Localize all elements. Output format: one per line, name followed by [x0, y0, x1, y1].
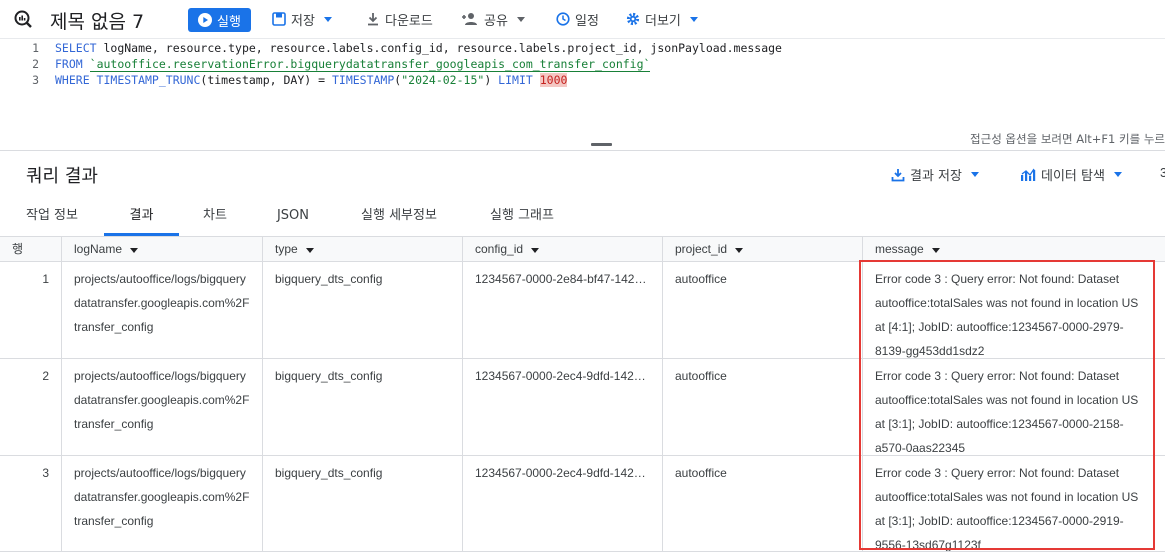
gear-icon: [626, 12, 640, 26]
code-line-2[interactable]: FROM `autooffice.reservationError.bigque…: [55, 57, 651, 72]
row-number-cell: 3: [0, 456, 62, 552]
tab-execution-graph[interactable]: 실행 그래프: [478, 200, 566, 236]
function-name: TIMESTAMP_TRUNC: [89, 73, 201, 87]
explore-label: 데이터 탐색: [1041, 169, 1105, 184]
code-text: (timestamp, DAY) =: [200, 73, 332, 87]
download-label: 다운로드: [385, 13, 433, 29]
schedule-label: 일정: [575, 13, 599, 29]
divider: [0, 150, 1165, 151]
chevron-down-icon: [970, 172, 979, 177]
table-cell-project-id[interactable]: autooffice: [663, 359, 863, 456]
schedule-button[interactable]: 일정: [556, 9, 599, 29]
chart-icon: [1021, 168, 1036, 181]
string-literal: "2024-02-15": [401, 73, 485, 87]
column-header-label: message: [875, 242, 924, 256]
tab-job-info[interactable]: 작업 정보: [12, 200, 92, 236]
run-label: 실행: [217, 14, 241, 30]
column-header-logname[interactable]: logName: [62, 236, 263, 262]
save-download-icon: [891, 168, 905, 181]
limit-value: 1000: [539, 73, 568, 87]
row-number-cell: 1: [0, 262, 62, 359]
keyword: LIMIT: [498, 73, 533, 87]
code-text: logName, resource.type, resource.labels.…: [96, 41, 782, 55]
table-cell-type[interactable]: bigquery_dts_config: [263, 456, 463, 552]
table-cell-config-id[interactable]: 1234567-0000-2ec4-9dfd-1422...: [463, 359, 663, 456]
code-line-3[interactable]: WHERE TIMESTAMP_TRUNC(timestamp, DAY) = …: [55, 73, 568, 87]
more-label: 더보기: [645, 13, 681, 29]
clock-icon: [556, 12, 570, 26]
code-line-1[interactable]: SELECT logName, resource.type, resource.…: [55, 41, 782, 55]
results-tabs: 작업 정보 결과 차트 JSON 실행 세부정보 실행 그래프: [0, 200, 1165, 236]
save-button[interactable]: 저장: [272, 9, 332, 29]
column-header-label: project_id: [675, 242, 728, 256]
sql-editor[interactable]: 1 2 3 SELECT logName, resource.type, res…: [0, 38, 1165, 150]
save-label: 저장: [291, 13, 315, 29]
tab-json[interactable]: JSON: [266, 200, 320, 236]
column-header-type[interactable]: type: [263, 236, 463, 262]
download-button[interactable]: 다운로드: [366, 9, 433, 29]
sort-caret-icon[interactable]: [735, 248, 744, 253]
play-icon: [198, 13, 213, 27]
query-title[interactable]: 제목 없음 7: [50, 7, 144, 34]
explore-data-button[interactable]: 데이터 탐색: [1020, 165, 1122, 184]
keyword: FROM: [55, 57, 83, 71]
table-cell-logname[interactable]: projects/autooffice/logs/bigquerydatatra…: [62, 456, 263, 552]
table-cell-message[interactable]: Error code 3 : Query error: Not found: D…: [863, 456, 1165, 552]
results-title: 쿼리 결과: [26, 166, 98, 187]
table-cell-message[interactable]: Error code 3 : Query error: Not found: D…: [863, 359, 1165, 456]
share-button[interactable]: 공유: [461, 9, 525, 29]
table-cell-type[interactable]: bigquery_dts_config: [263, 359, 463, 456]
save-results-label: 결과 저장: [910, 169, 962, 184]
truncated-action[interactable]: 3: [1160, 165, 1165, 180]
line-number: 2: [32, 57, 39, 71]
function-name: TIMESTAMP: [331, 73, 395, 87]
save-icon: [272, 12, 286, 26]
save-results-button[interactable]: 결과 저장: [891, 165, 979, 184]
editor-resize-handle[interactable]: [591, 143, 612, 146]
run-button[interactable]: 실행: [188, 8, 251, 32]
accessibility-hint: 접근성 옵션을 보려면 Alt+F1 키를 누르: [970, 132, 1165, 146]
chevron-down-icon: [689, 16, 698, 22]
results-grid: 행 logName type config_id project_id mess…: [0, 236, 1165, 552]
sort-caret-icon[interactable]: [931, 248, 940, 253]
share-label: 공유: [484, 13, 508, 29]
tab-chart[interactable]: 차트: [190, 200, 240, 236]
table-cell-project-id[interactable]: autooffice: [663, 262, 863, 359]
download-icon: [368, 13, 378, 26]
bigquery-query-icon: [14, 10, 32, 28]
table-cell-message[interactable]: Error code 3 : Query error: Not found: D…: [863, 262, 1165, 359]
line-number: 3: [32, 73, 39, 87]
tab-execution-details[interactable]: 실행 세부정보: [348, 200, 450, 236]
table-cell-logname[interactable]: projects/autooffice/logs/bigquerydatatra…: [62, 359, 263, 456]
table-cell-project-id[interactable]: autooffice: [663, 456, 863, 552]
table-cell-config-id[interactable]: 1234567-0000-2e84-bf47-1422...: [463, 262, 663, 359]
chevron-down-icon: [323, 16, 332, 22]
line-number-gutter: 1 2 3: [0, 39, 55, 131]
more-button[interactable]: 더보기: [626, 9, 698, 29]
table-cell-logname[interactable]: projects/autooffice/logs/bigquerydatatra…: [62, 262, 263, 359]
chevron-down-icon: [516, 16, 525, 22]
query-toolbar: 제목 없음 7 실행 저장 다운로드 공유 일정 더보기: [0, 0, 1165, 38]
add-person-icon: [462, 13, 477, 25]
column-header-label: type: [275, 242, 298, 256]
tab-results[interactable]: 결과: [104, 200, 179, 236]
row-number-header: 행: [0, 236, 62, 262]
row-number-cell: 2: [0, 359, 62, 456]
chevron-down-icon: [1113, 172, 1122, 177]
column-header-project-id[interactable]: project_id: [663, 236, 863, 262]
sort-caret-icon[interactable]: [130, 248, 139, 253]
code-text: ): [484, 73, 499, 87]
sort-caret-icon[interactable]: [305, 248, 314, 253]
column-header-message[interactable]: message: [863, 236, 1165, 262]
column-header-config-id[interactable]: config_id: [463, 236, 663, 262]
column-header-label: logName: [74, 242, 123, 256]
keyword: SELECT: [55, 41, 97, 55]
table-cell-type[interactable]: bigquery_dts_config: [263, 262, 463, 359]
line-number: 1: [32, 41, 39, 55]
keyword: WHERE: [55, 73, 90, 87]
table-reference[interactable]: `autooffice.reservationError.bigquerydat…: [89, 57, 651, 72]
sort-caret-icon[interactable]: [531, 248, 540, 253]
column-header-label: config_id: [475, 242, 524, 256]
table-cell-config-id[interactable]: 1234567-0000-2ec4-9dfd-1422...: [463, 456, 663, 552]
